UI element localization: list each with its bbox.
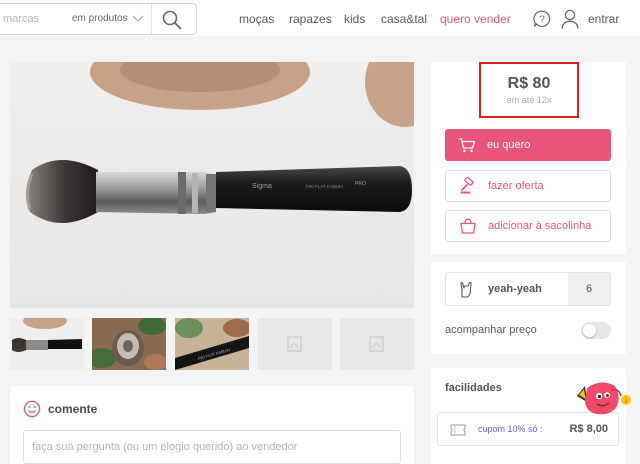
nav-kids[interactable]: kids	[344, 12, 365, 26]
nav-rapazes[interactable]: rapazes	[289, 12, 332, 26]
yeah-yeah-label: yeah-yeah	[488, 283, 542, 295]
chevron-down-icon	[132, 15, 144, 22]
buy-button[interactable]: eu quero	[445, 129, 611, 161]
bag-icon	[460, 218, 476, 234]
svg-text:PRO: PRO	[355, 181, 366, 187]
rock-hand-icon	[460, 281, 472, 298]
image-placeholder-icon	[258, 318, 332, 370]
facilities-title: facilidades	[445, 382, 502, 394]
smile-icon	[23, 400, 41, 418]
cart-icon	[459, 138, 476, 153]
user-icon[interactable]	[561, 9, 579, 29]
thumbnail-placeholder-2[interactable]	[340, 318, 414, 370]
help-icon[interactable]: ?	[533, 10, 551, 28]
svg-text:?: ?	[539, 15, 545, 26]
yeah-yeah-count: 6	[568, 273, 610, 305]
toggle-knob	[583, 324, 596, 337]
search-scope-select[interactable]: em produtos	[72, 13, 144, 24]
search-input[interactable]	[0, 13, 67, 25]
svg-text:♪: ♪	[624, 398, 628, 405]
coupon-icon	[450, 424, 466, 436]
search-divider	[151, 4, 152, 34]
watch-price-toggle[interactable]	[581, 322, 611, 339]
thumbnail-strip: F80 FLAT KABUKI	[10, 318, 414, 370]
nav-mocas[interactable]: moças	[239, 12, 274, 26]
price: R$ 80	[507, 75, 551, 92]
svg-text:F80 FLAT KABUKI: F80 FLAT KABUKI	[306, 184, 343, 189]
comments-card: comente	[10, 386, 414, 464]
svg-text:Sigma: Sigma	[252, 183, 272, 190]
thumbnail-2[interactable]	[92, 318, 166, 370]
login-link[interactable]: entrar	[588, 12, 619, 26]
mascot-chat-icon[interactable]: ♪	[573, 378, 633, 420]
comments-title: comente	[48, 402, 98, 416]
social-card: yeah-yeah 6 acompanhar preço	[431, 262, 626, 354]
nav-casa-e-tal[interactable]: casa&tal	[381, 12, 427, 26]
comment-input[interactable]	[23, 430, 401, 464]
make-offer-button[interactable]: fazer oferta	[445, 170, 611, 202]
thumbnail-1[interactable]	[10, 318, 84, 370]
coupon-value: R$ 8,00	[569, 423, 608, 435]
installments: em até 12x	[506, 95, 552, 105]
search-icon[interactable]	[162, 10, 182, 30]
buy-button-label: eu quero	[487, 139, 531, 151]
top-header: em produtos moças rapazes kids casa&tal …	[0, 0, 640, 36]
add-to-bag-button[interactable]: adicionar à sacolinha	[445, 210, 611, 242]
gavel-icon	[460, 177, 474, 194]
product-main-photo[interactable]: Sigma F80 FLAT KABUKI PRO	[10, 62, 414, 308]
make-offer-label: fazer oferta	[488, 180, 544, 192]
search-box: em produtos	[0, 3, 197, 35]
buy-card: R$ 80 em até 12x eu quero fazer oferta a…	[431, 62, 626, 254]
nav-quero-vender[interactable]: quero vender	[440, 12, 511, 26]
price-box: R$ 80 em até 12x	[479, 62, 579, 118]
search-scope-label: em produtos	[72, 13, 128, 24]
coupon-text: cupom 10% só :	[478, 424, 543, 434]
image-placeholder-icon	[340, 318, 414, 370]
thumbnail-placeholder-1[interactable]	[258, 318, 332, 370]
thumbnail-3[interactable]: F80 FLAT KABUKI	[175, 318, 249, 370]
add-to-bag-label: adicionar à sacolinha	[488, 220, 592, 232]
yeah-yeah-button[interactable]: yeah-yeah 6	[445, 272, 611, 306]
watch-price-label: acompanhar preço	[445, 324, 537, 336]
